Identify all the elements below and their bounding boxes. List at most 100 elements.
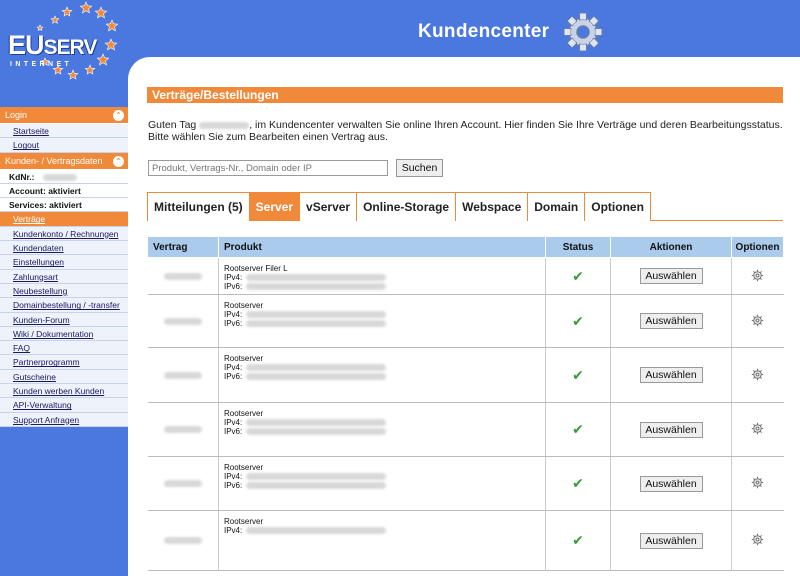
gear-icon[interactable] xyxy=(751,422,764,435)
collapse-icon[interactable]: ⌃ xyxy=(113,155,124,167)
options-cell xyxy=(731,402,784,457)
redacted-contract-id xyxy=(163,480,202,488)
greeting-text: Guten Tag , im Kundencenter verwalten Si… xyxy=(148,119,783,143)
sidebar-item-domainbestellung[interactable]: Domainbestellung / -transfer xyxy=(0,298,128,313)
redacted-ipv6 xyxy=(246,428,386,436)
gear-icon[interactable] xyxy=(751,269,764,282)
sidebar-item-logout[interactable]: Logout xyxy=(0,138,128,153)
action-cell: Auswählen xyxy=(610,456,732,511)
table-row[interactable]: Rootserver IPv4: IPv6: ✔ Auswählen xyxy=(147,456,784,511)
select-contract-button[interactable]: Auswählen xyxy=(639,475,703,492)
sidebar-item-einstellungen[interactable]: Einstellungen xyxy=(0,255,128,270)
product-cell: Rootserver IPv4: IPv6: xyxy=(218,347,546,403)
column-header-status: Status xyxy=(545,236,611,258)
euserv-logo[interactable]: EUSERV INTERNET xyxy=(0,0,128,100)
table-row[interactable]: Rootserver IPv4: IPv6: ✔ Auswählen xyxy=(147,347,784,403)
checkmark-icon: ✔ xyxy=(572,312,584,329)
contract-number xyxy=(147,347,219,403)
star-icon xyxy=(79,1,93,14)
customer-number: KdNr.: xyxy=(0,169,128,184)
sidebar-item-kundendaten[interactable]: Kundendaten xyxy=(0,241,128,256)
status-cell: ✔ xyxy=(545,510,611,571)
product-name: Rootserver xyxy=(224,409,264,418)
checkmark-icon: ✔ xyxy=(572,475,584,491)
select-contract-button[interactable]: Auswählen xyxy=(639,421,703,438)
redacted-contract-id xyxy=(163,426,202,434)
sidebar-item-kunden-werben[interactable]: Kunden werben Kunden xyxy=(0,384,128,399)
star-icon xyxy=(67,69,79,80)
status-cell: ✔ xyxy=(545,294,611,348)
redacted-ipv4 xyxy=(246,364,386,372)
sidebar-login-header[interactable]: Login ⌃ xyxy=(0,107,128,124)
redacted-contract-id xyxy=(163,537,202,545)
options-cell xyxy=(731,257,784,295)
redacted-ipv6 xyxy=(246,283,386,291)
status-cell: ✔ xyxy=(545,402,611,457)
redacted-ipv4 xyxy=(246,311,386,319)
table-header-row: Vertrag Produkt Status Aktionen Optionen xyxy=(147,236,784,258)
sidebar-item-kunden-forum[interactable]: Kunden-Forum xyxy=(0,312,128,327)
select-contract-button[interactable]: Auswählen xyxy=(639,268,703,284)
ipv6-line: IPv6: xyxy=(224,282,540,291)
ipv6-line: IPv6: xyxy=(224,481,540,490)
redacted-contract-id xyxy=(163,272,202,280)
logo-subtitle: INTERNET xyxy=(10,61,73,68)
search-button[interactable]: Suchen xyxy=(396,159,443,177)
sidebar-item-support[interactable]: Support Anfragen xyxy=(0,412,128,427)
star-icon xyxy=(105,19,119,32)
tab-mitteilungen[interactable]: Mitteilungen (5) xyxy=(147,192,250,221)
options-cell xyxy=(731,456,784,511)
options-cell xyxy=(731,510,784,571)
table-row[interactable]: Rootserver Filer L IPv4: IPv6: ✔ Auswähl… xyxy=(147,257,784,295)
redacted-value xyxy=(42,173,77,181)
tab-online-storage[interactable]: Online-Storage xyxy=(356,192,457,221)
action-cell: Auswählen xyxy=(610,402,732,457)
column-header-aktionen: Aktionen xyxy=(610,236,732,258)
sidebar-item-faq[interactable]: FAQ xyxy=(0,341,128,356)
sidebar-data-header[interactable]: Kunden- / Vertragsdaten ⌃ xyxy=(0,152,128,170)
contracts-table: Vertrag Produkt Status Aktionen Optionen… xyxy=(147,236,784,571)
search-input[interactable] xyxy=(148,160,388,176)
tab-vserver[interactable]: vServer xyxy=(299,192,358,221)
sidebar-item-vertraege[interactable]: Verträge xyxy=(0,212,128,227)
gear-icon[interactable] xyxy=(751,314,764,327)
redacted-ipv4 xyxy=(246,473,386,481)
select-contract-button[interactable]: Auswählen xyxy=(639,532,703,549)
gear-icon[interactable] xyxy=(751,533,764,546)
table-row[interactable]: Rootserver IPv4: IPv6: ✔ Auswählen xyxy=(147,294,784,348)
redacted-ipv6 xyxy=(246,482,386,490)
table-row[interactable]: Rootserver IPv4: ✔ Auswählen xyxy=(147,510,784,571)
sidebar-item-gutscheine[interactable]: Gutscheine xyxy=(0,369,128,385)
table-row[interactable]: Rootserver IPv4: IPv6: ✔ Auswählen xyxy=(147,402,784,457)
ipv4-line: IPv4: xyxy=(224,418,540,427)
tab-optionen[interactable]: Optionen xyxy=(584,192,651,221)
sidebar-item-kundenkonto[interactable]: Kundenkonto / Rechnungen xyxy=(0,226,128,242)
star-icon xyxy=(96,53,110,66)
product-name: Rootserver xyxy=(224,354,264,363)
logo-wordmark: EUSERV xyxy=(8,30,97,60)
ipv6-line: IPv6: xyxy=(224,372,540,381)
product-name: Rootserver xyxy=(224,301,264,310)
contract-number xyxy=(147,257,219,295)
gear-icon[interactable] xyxy=(751,476,764,489)
gear-icon[interactable] xyxy=(751,368,764,381)
select-contract-button[interactable]: Auswählen xyxy=(639,313,703,329)
sidebar-item-neubestellung[interactable]: Neubestellung xyxy=(0,283,128,299)
sidebar-item-partnerprogramm[interactable]: Partnerprogramm xyxy=(0,355,128,370)
redacted-ipv6 xyxy=(246,320,386,328)
sidebar-item-api-verwaltung[interactable]: API-Verwaltung xyxy=(0,398,128,413)
select-contract-button[interactable]: Auswählen xyxy=(639,367,703,383)
category-tabs: Mitteilungen (5) Server vServer Online-S… xyxy=(147,192,783,221)
tab-webspace[interactable]: Webspace xyxy=(455,192,529,221)
star-icon xyxy=(94,6,108,19)
sidebar-item-zahlungsart[interactable]: Zahlungsart xyxy=(0,269,128,284)
contract-number xyxy=(147,510,219,571)
collapse-icon[interactable]: ⌃ xyxy=(113,110,124,121)
sidebar-item-startseite[interactable]: Startseite xyxy=(0,124,128,139)
product-cell: Rootserver IPv4: xyxy=(218,510,546,571)
checkmark-icon: ✔ xyxy=(572,532,584,548)
tab-server[interactable]: Server xyxy=(248,192,301,221)
product-name: Rootserver xyxy=(224,517,264,526)
sidebar-item-wiki[interactable]: Wiki / Dokumentation xyxy=(0,326,128,342)
tab-domain[interactable]: Domain xyxy=(527,192,586,221)
